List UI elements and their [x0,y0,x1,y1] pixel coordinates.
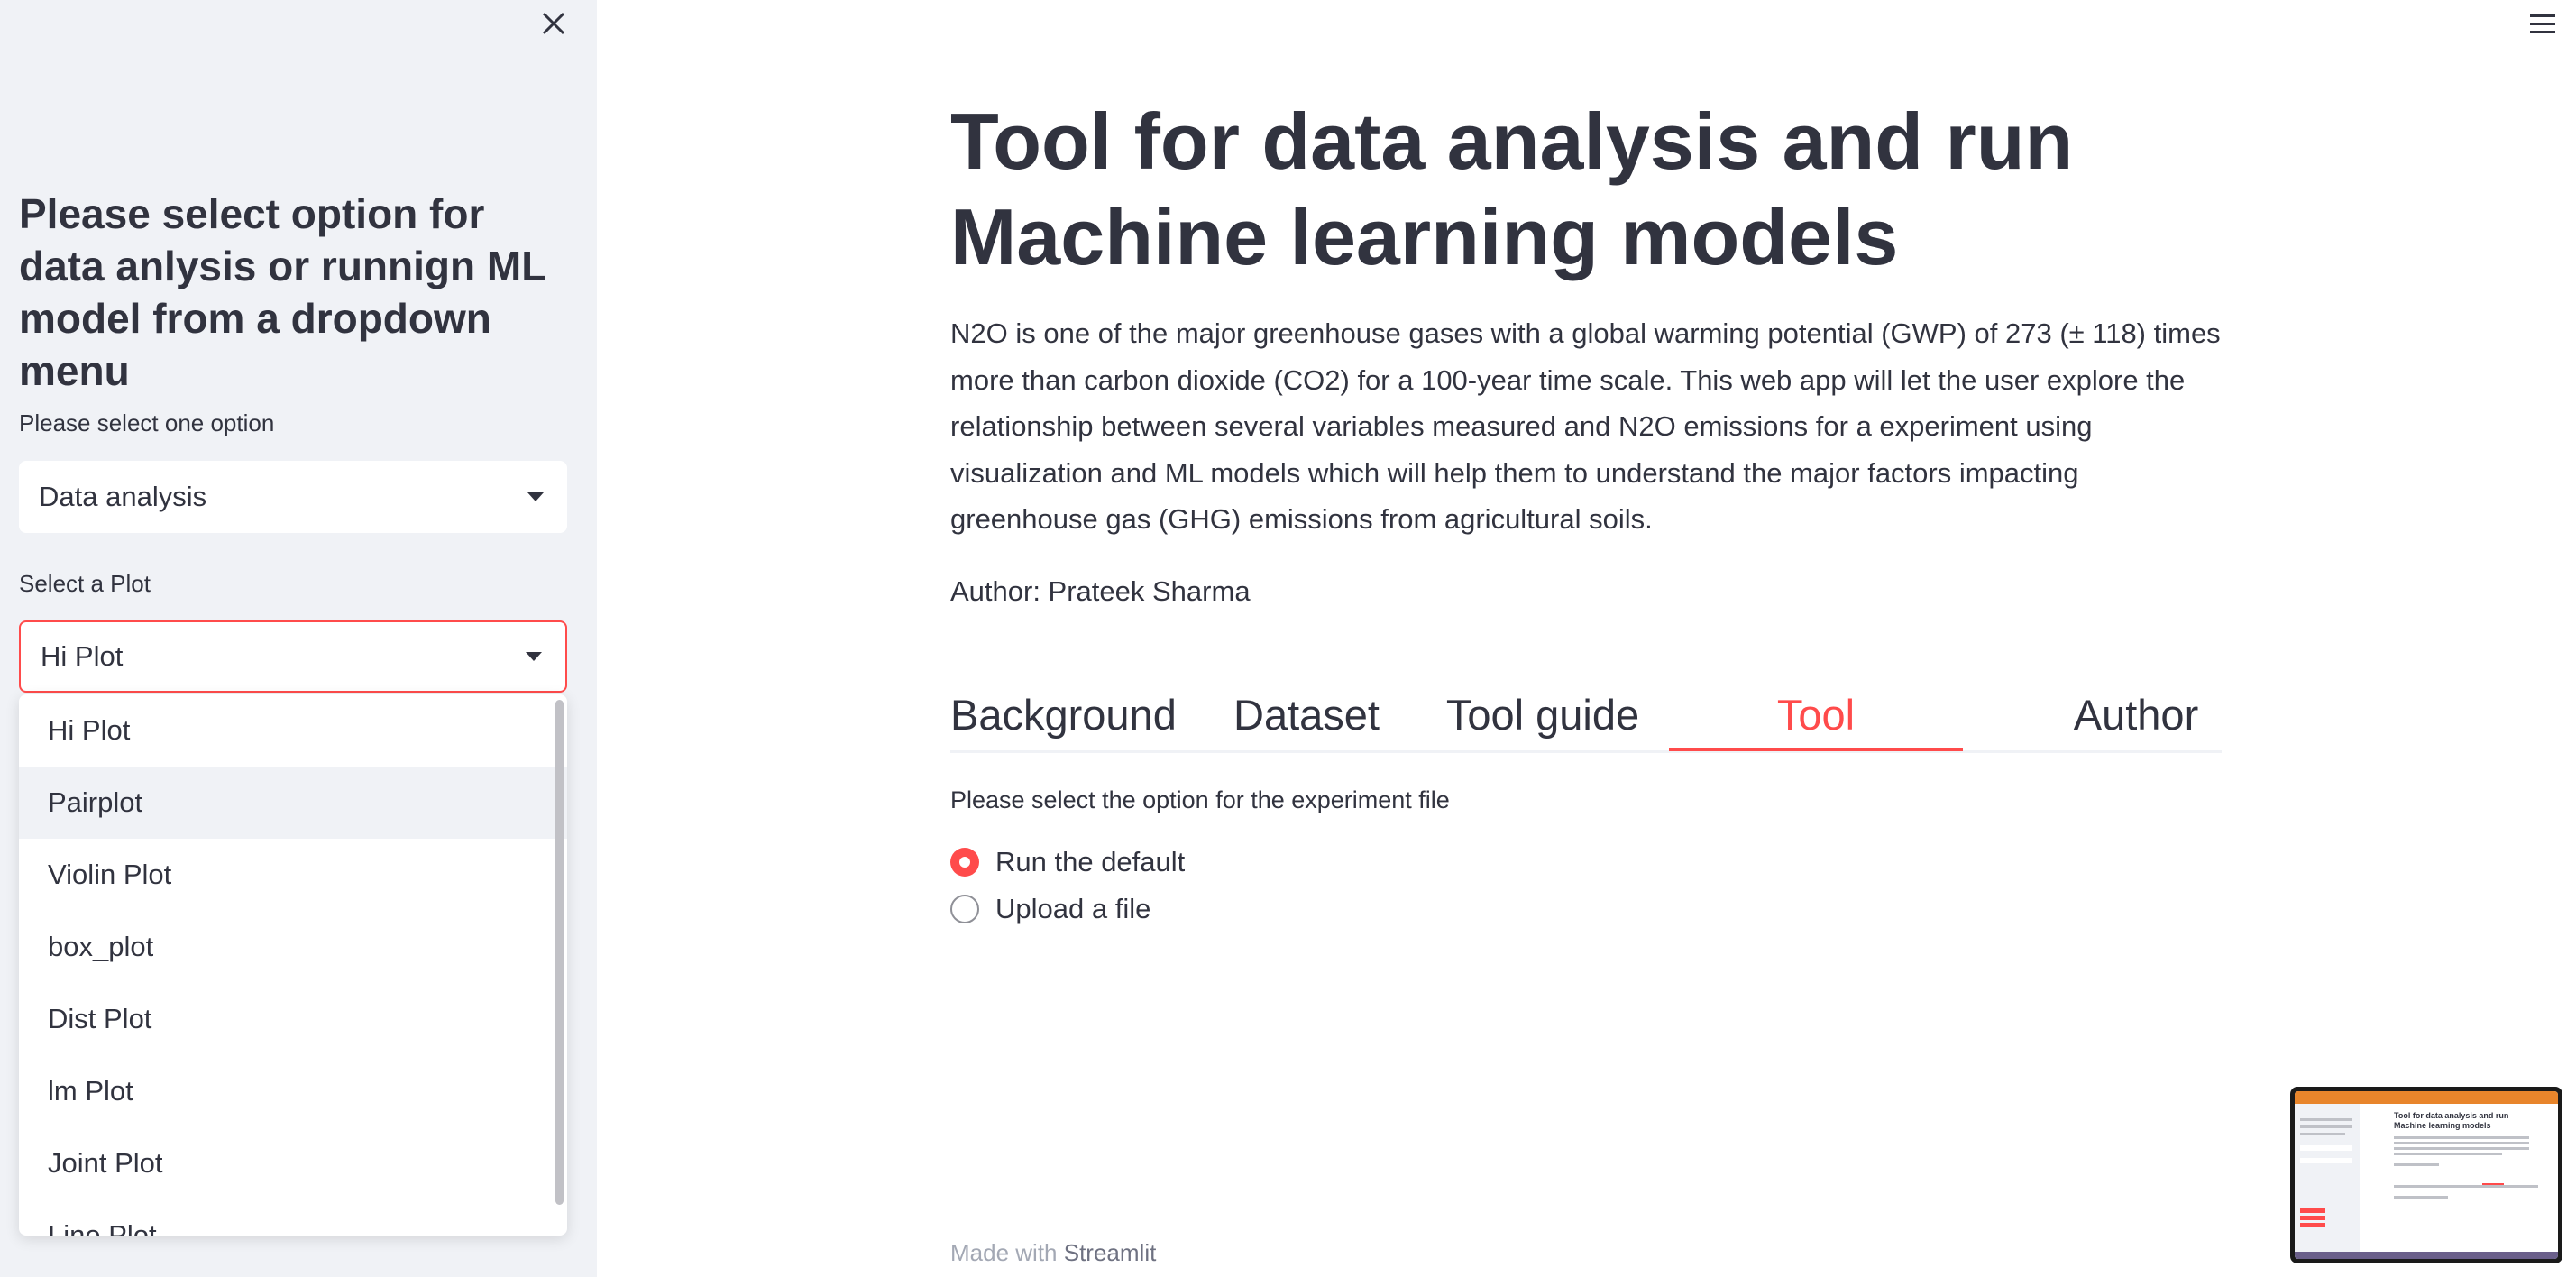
footer-prefix: Made with [950,1239,1058,1266]
page-title: Tool for data analysis and run Machine l… [950,96,2074,281]
option-select[interactable]: Data analysis [19,461,567,533]
sidebar: Please select option for data anlysis or… [0,0,597,1277]
radio-option-label: Run the default [995,846,1186,877]
close-sidebar-button[interactable] [536,5,572,41]
plot-select-label: Select a Plot [19,570,151,597]
dropdown-option[interactable]: Hi Plot [19,694,567,767]
chevron-down-icon [527,492,544,501]
option-select-label: Please select one option [19,409,275,436]
chevron-down-icon [526,652,542,661]
thumbnail-title-line1: Tool for data analysis and run [2394,1111,2509,1120]
plot-select[interactable]: Hi Plot [19,620,567,693]
sidebar-heading: Please select option for data anlysis or… [19,190,546,394]
screen-preview-thumbnail[interactable]: Tool for data analysis and run Machine l… [2290,1087,2562,1263]
dropdown-option-highlighted[interactable]: Pairplot [19,767,567,839]
intro-paragraph: N2O is one of the major greenhouse gases… [950,317,2221,535]
dropdown-option[interactable]: Joint Plot [19,1127,567,1199]
radio-run-default[interactable]: Run the default [950,841,1185,883]
option-select-value: Data analysis [39,481,207,512]
dropdown-option[interactable]: lm Plot [19,1055,567,1127]
dropdown-option[interactable]: Line Plot [19,1199,567,1236]
footer-streamlit-link[interactable]: Streamlit [1064,1239,1157,1266]
author-credit: Author: Prateek Sharma [950,575,1251,607]
dropdown-scrollbar[interactable] [555,700,564,1205]
dropdown-option[interactable]: box_plot [19,911,567,983]
plot-select-value: Hi Plot [41,640,124,672]
footer: Made with Streamlit [950,1239,1156,1267]
active-tab-indicator [1669,748,1963,751]
tab-background[interactable]: Background [950,678,1177,750]
tab-bar: Background Dataset Tool guide Tool Autho… [950,678,2222,753]
radio-selected-icon [950,848,979,877]
tab-tool-guide[interactable]: Tool guide [1442,678,1644,750]
close-icon [542,12,565,35]
dropdown-option[interactable]: Dist Plot [19,983,567,1055]
radio-unselected-icon [950,895,979,923]
radio-upload-file[interactable]: Upload a file [950,888,1150,930]
thumbnail-title-line2: Machine learning models [2394,1121,2491,1130]
tab-author[interactable]: Author [2059,678,2213,750]
radio-option-label: Upload a file [995,893,1151,924]
plot-dropdown-menu: Hi Plot Pairplot Violin Plot box_plot Di… [19,694,567,1236]
dropdown-option[interactable]: Violin Plot [19,839,567,911]
tab-tool[interactable]: Tool [1669,678,1963,750]
main-menu-button[interactable] [2526,7,2559,40]
tab-dataset[interactable]: Dataset [1221,678,1392,750]
experiment-file-label: Please select the option for the experim… [950,786,1450,813]
